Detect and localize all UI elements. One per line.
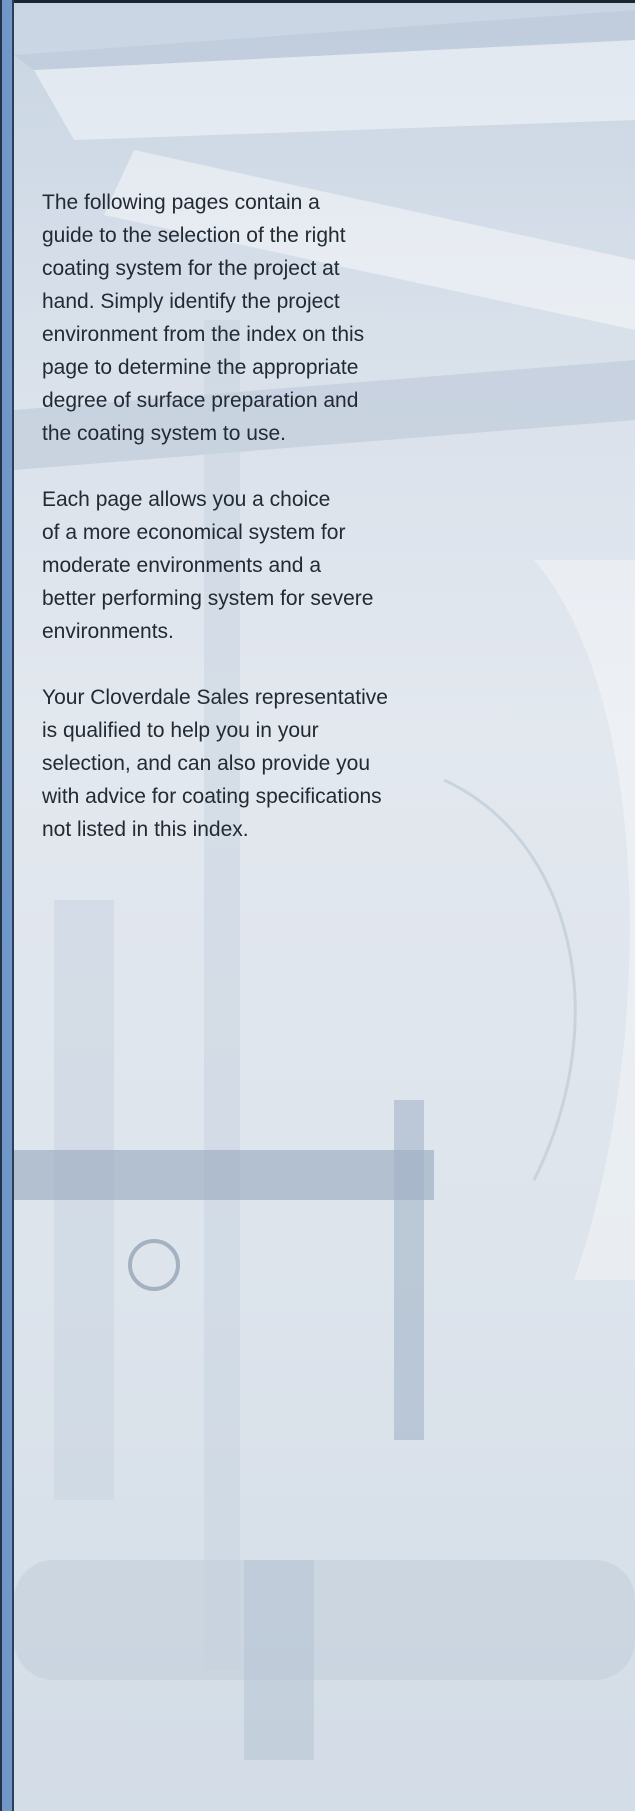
document-page: The following pages contain a guide to t… — [0, 0, 635, 1811]
intro-paragraph-3: Your Cloverdale Sales representative is … — [42, 686, 388, 841]
left-accent-bar — [0, 0, 14, 1811]
intro-paragraph-1: The following pages contain a guide to t… — [42, 191, 365, 445]
intro-text-block: The following pages contain a guide to t… — [42, 186, 482, 879]
intro-paragraph-2: Each page allows you a choice of a more … — [42, 488, 374, 643]
